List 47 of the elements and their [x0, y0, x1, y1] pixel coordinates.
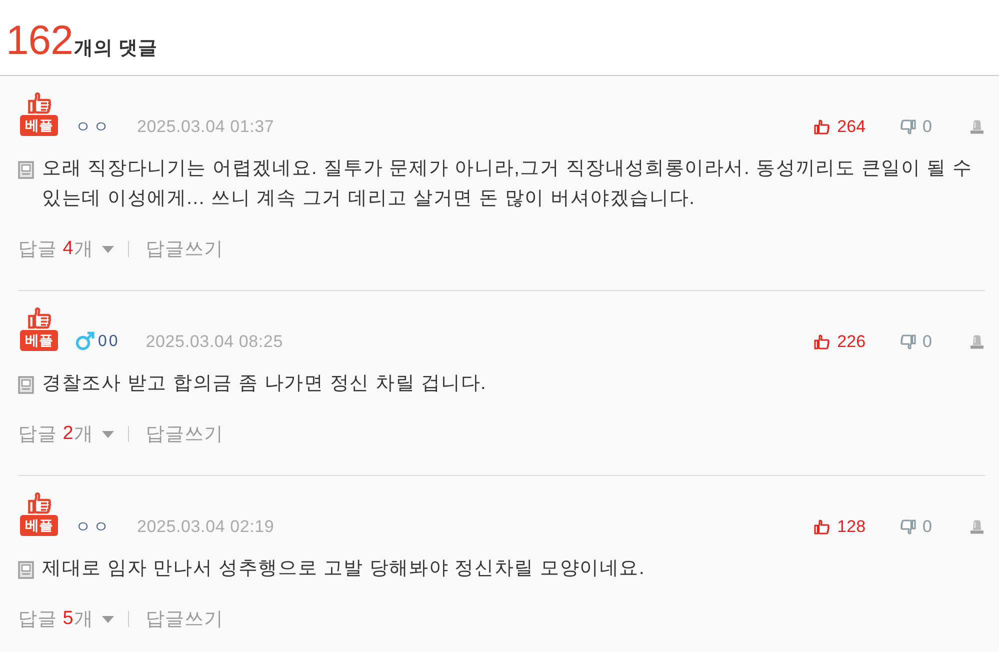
- memo-icon: [18, 561, 34, 579]
- comment-text: 경찰조사 받고 합의금 좀 나가면 정신 차릴 겁니다.: [42, 372, 488, 396]
- thumbs-up-icon: [28, 307, 52, 329]
- best-comment-badge: 베플: [20, 330, 58, 351]
- username[interactable]: ㅇㅇ: [75, 516, 111, 538]
- best-comment-badge: 베플: [20, 515, 58, 536]
- replies-toggle[interactable]: 답글 5개: [18, 606, 114, 632]
- thumbs-down-icon: [900, 119, 916, 135]
- comments-heading: 개의 댓글: [74, 37, 158, 61]
- replies-toggle[interactable]: 답글 4개: [18, 236, 114, 262]
- thumbs-up-icon: [28, 492, 52, 514]
- report-button[interactable]: [969, 519, 985, 535]
- comment-date: 2025.03.04 08:25: [146, 332, 283, 352]
- caret-down-icon: [102, 430, 114, 438]
- comment-text: 오래 직장다니기는 어렵겠네요. 질투가 문제가 아니라,그거 직장내성희롱이라서. 동성끼리도 큰일이 될 수 있는데 이성에게... 쓰니 계속 그거 데리고 살거면 돈 많이 버셔야겠습니다.: [42, 157, 974, 211]
- thumbs-up-icon: [814, 519, 830, 535]
- caret-down-icon: [102, 616, 114, 622]
- replies-toggle[interactable]: 답글 2개: [18, 421, 114, 447]
- dislike-button[interactable]: 0: [900, 332, 932, 352]
- comment-text: 제대로 임자 만나서 성추행으로 고발 당해봐야 정신차릴 모양이네요.: [42, 557, 646, 581]
- username[interactable]: ㅇㅇ: [75, 116, 111, 138]
- dislike-button[interactable]: 0: [900, 517, 932, 537]
- like-button[interactable]: 264: [814, 117, 866, 137]
- memo-icon: [18, 376, 34, 394]
- comment-date: 2025.03.04 02:19: [137, 517, 274, 537]
- dislike-button[interactable]: 0: [900, 117, 932, 137]
- best-comment-badge: 베플: [20, 115, 58, 136]
- comment-date: 2025.03.04 01:37: [137, 117, 274, 137]
- thumbs-up-icon: [28, 92, 52, 114]
- alarm-light-icon: [969, 519, 985, 535]
- thumbs-down-icon: [900, 519, 916, 535]
- username[interactable]: 00: [98, 333, 120, 351]
- alarm-light-icon: [969, 119, 985, 135]
- alarm-light-icon: [969, 334, 985, 350]
- comment-count: 162: [6, 18, 73, 62]
- report-button[interactable]: [969, 334, 985, 350]
- memo-icon: [18, 161, 34, 179]
- thumbs-down-icon: [900, 334, 916, 350]
- thumbs-up-icon: [814, 334, 830, 350]
- write-reply-button[interactable]: 답글쓰기: [145, 606, 224, 632]
- like-button[interactable]: 128: [814, 517, 866, 537]
- thumbs-up-icon: [814, 119, 830, 135]
- report-button[interactable]: [969, 119, 985, 135]
- caret-down-icon: [102, 246, 114, 252]
- like-button[interactable]: 226: [814, 332, 866, 352]
- write-reply-button[interactable]: 답글쓰기: [145, 236, 224, 262]
- write-reply-button[interactable]: 답글쓰기: [145, 421, 224, 447]
